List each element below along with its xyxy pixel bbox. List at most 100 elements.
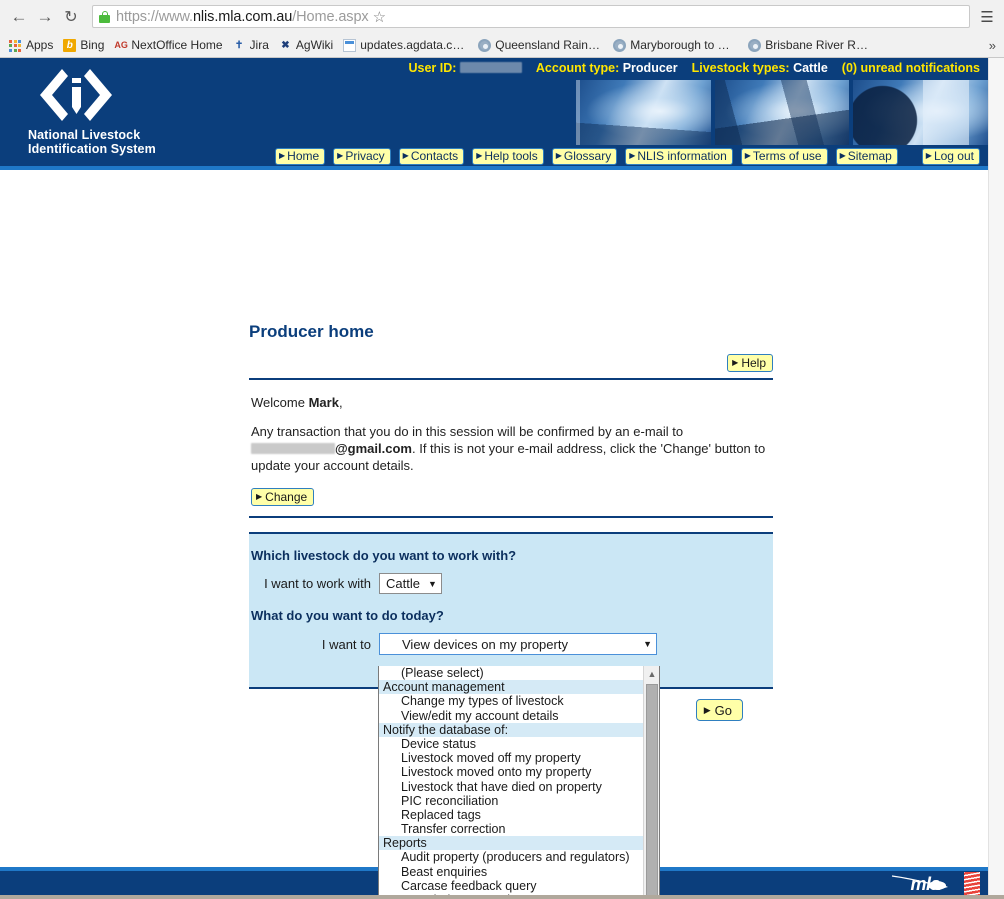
scroll-up-arrow-icon[interactable]: ▲ bbox=[644, 666, 659, 682]
bookmarks-overflow-icon[interactable]: » bbox=[989, 38, 1000, 53]
account-info-bar: User ID: Account type: Producer Livestoc… bbox=[0, 58, 988, 78]
nav-item-privacy[interactable]: ▶ Privacy bbox=[333, 147, 391, 165]
nav-item-glossary[interactable]: ▶ Glossary bbox=[551, 147, 618, 165]
label-i-want-to: I want to bbox=[321, 636, 371, 652]
nav-item-home[interactable]: ▶ Home bbox=[275, 147, 326, 165]
nav-item-sitemap[interactable]: ▶ Sitemap bbox=[835, 147, 898, 165]
question-which-livestock: Which livestock do you want to work with… bbox=[251, 548, 517, 563]
window-bottom-edge bbox=[0, 895, 1004, 899]
unread-notifications-link[interactable]: (0) unread notifications bbox=[842, 61, 980, 75]
document-icon bbox=[343, 38, 357, 52]
go-button[interactable]: ▶ Go bbox=[695, 699, 743, 721]
welcome-block: Welcome Mark, Any transaction that you d… bbox=[249, 380, 773, 516]
dropdown-option-list: (Please select) Account management Chang… bbox=[379, 666, 643, 899]
globe-icon bbox=[478, 38, 492, 52]
account-type-value: Producer bbox=[622, 61, 678, 75]
section-divider bbox=[249, 516, 773, 518]
label-work-with: I want to work with bbox=[264, 576, 371, 591]
arrow-right-icon: ▶ bbox=[279, 151, 286, 160]
forward-arrow-icon[interactable]: → bbox=[32, 4, 58, 30]
browser-chrome: ← → ↻ https://www.nlis.mla.com.au/Home.a… bbox=[0, 0, 1004, 58]
welcome-user-name: Mark bbox=[308, 395, 339, 410]
bookmark-maryborough-to-go[interactable]: Maryborough to Go... bbox=[608, 36, 743, 54]
livestock-type-select[interactable]: Cattle ▼ bbox=[379, 573, 442, 594]
bookmark-brisbane-river-rainfall[interactable]: Brisbane River Rainf... bbox=[743, 36, 878, 54]
site-header: User ID: Account type: Producer Livestoc… bbox=[0, 58, 988, 170]
banner-photo-office bbox=[853, 80, 988, 145]
dropdown-option[interactable]: Audit property (producers and regulators… bbox=[379, 850, 643, 864]
go-label: Go bbox=[714, 702, 732, 718]
logo-line-1: National Livestock bbox=[28, 128, 141, 142]
chevron-down-icon: ▼ bbox=[643, 639, 652, 649]
dropdown-option[interactable]: Beast enquiries bbox=[379, 865, 643, 879]
globe-icon bbox=[748, 38, 762, 52]
bookmark-label: Apps bbox=[26, 38, 54, 52]
arrow-right-icon: ▶ bbox=[839, 151, 846, 160]
dropdown-option[interactable]: Device status bbox=[379, 737, 643, 751]
change-button[interactable]: ▶ Change bbox=[251, 488, 315, 506]
address-bar[interactable]: https://www.nlis.mla.com.au/Home.aspx ☆ bbox=[92, 5, 970, 28]
nav-item-contacts[interactable]: ▶ Contacts bbox=[398, 147, 465, 165]
chevron-down-icon: ▼ bbox=[427, 578, 437, 589]
bookmark-nextoffice-home[interactable]: AG NextOffice Home bbox=[109, 36, 227, 54]
dropdown-group-header: Reports bbox=[379, 836, 643, 851]
dropdown-option[interactable]: Livestock that have died on property bbox=[379, 780, 643, 794]
nav-item-terms-of-use[interactable]: ▶ Terms of use bbox=[740, 147, 828, 165]
dropdown-option[interactable]: Livestock moved onto my property bbox=[379, 765, 643, 779]
dropdown-option[interactable]: PIC reconciliation bbox=[379, 794, 643, 808]
welcome-prefix: Welcome bbox=[251, 395, 305, 410]
task-select-dropdown[interactable]: (Please select) Account management Chang… bbox=[378, 666, 660, 899]
banner-photo-yard bbox=[714, 80, 850, 145]
arrow-right-icon: ▶ bbox=[256, 492, 263, 501]
bookmark-apps[interactable]: Apps bbox=[4, 36, 58, 54]
dropdown-option[interactable]: Change my types of livestock bbox=[379, 694, 643, 708]
bookmark-bing[interactable]: b Bing bbox=[58, 36, 109, 54]
dropdown-option[interactable]: Transfer correction bbox=[379, 822, 643, 836]
nav-item-log-out[interactable]: ▶ Log out bbox=[921, 147, 980, 165]
reload-icon[interactable]: ↻ bbox=[58, 4, 84, 30]
task-select[interactable]: View devices on my property ▼ bbox=[379, 633, 657, 655]
welcome-line: Welcome Mark, bbox=[251, 394, 773, 411]
url-text: https://www.nlis.mla.com.au/Home.aspx bbox=[116, 9, 369, 25]
task-select-row: I want to View devices on my property ▼ bbox=[249, 633, 773, 655]
email-confirmation-text: Any transaction that you do in this sess… bbox=[251, 423, 773, 474]
back-arrow-icon[interactable]: ← bbox=[6, 4, 32, 30]
nav-label: Sitemap bbox=[847, 148, 892, 163]
nav-item-nlis-information[interactable]: ▶ NLIS information bbox=[625, 147, 733, 165]
bookmark-queensland-rainfall[interactable]: Queensland Rainfall... bbox=[473, 36, 608, 54]
help-button[interactable]: ▶ Help bbox=[727, 354, 773, 372]
banner-photo-cattle bbox=[576, 80, 711, 145]
dropdown-option[interactable]: Carcase feedback query bbox=[379, 879, 643, 893]
globe-icon bbox=[613, 38, 627, 52]
dropdown-scrollbar[interactable]: ▲ ▼ bbox=[643, 666, 659, 899]
bookmark-label: NextOffice Home bbox=[131, 38, 223, 52]
page-scrollbar[interactable] bbox=[988, 58, 1004, 899]
dropdown-option[interactable]: Livestock moved off my property bbox=[379, 751, 643, 765]
bookmark-updates-agdata[interactable]: updates.agdata.com... bbox=[338, 36, 473, 54]
arrow-right-icon: ▶ bbox=[925, 151, 932, 160]
nav-item-help-tools[interactable]: ▶ Help tools bbox=[472, 147, 544, 165]
arrow-right-icon: ▶ bbox=[732, 358, 739, 367]
bookmarks-bar: Apps b Bing AG NextOffice Home ✝ Jira ✖ … bbox=[0, 33, 1004, 57]
page-content: User ID: Account type: Producer Livestoc… bbox=[0, 58, 1004, 899]
bookmark-label: Jira bbox=[249, 38, 269, 52]
url-host: nlis.mla.com.au bbox=[192, 8, 293, 25]
account-type-label: Account type: bbox=[535, 61, 620, 75]
livestock-types-value: Cattle bbox=[793, 61, 828, 75]
bookmark-agwiki[interactable]: ✖ AgWiki bbox=[274, 36, 338, 54]
user-id-value-redacted bbox=[459, 62, 522, 73]
arrow-right-icon: ▶ bbox=[629, 151, 636, 160]
star-icon[interactable]: ☆ bbox=[373, 8, 386, 26]
bookmark-jira[interactable]: ✝ Jira bbox=[228, 36, 274, 54]
help-label: Help bbox=[741, 356, 766, 370]
dropdown-scrollbar-thumb[interactable] bbox=[646, 684, 658, 899]
dropdown-option[interactable]: View/edit my account details bbox=[379, 709, 643, 723]
livestock-types-label: Livestock types: bbox=[691, 61, 790, 75]
dropdown-option[interactable]: (Please select) bbox=[379, 666, 643, 680]
nav-label: NLIS information bbox=[637, 148, 727, 163]
bookmark-label: AgWiki bbox=[295, 38, 334, 52]
email-local-part-redacted bbox=[251, 443, 335, 454]
dropdown-option[interactable]: Replaced tags bbox=[379, 808, 643, 822]
nextoffice-icon: AG bbox=[114, 39, 128, 50]
hamburger-menu-icon[interactable]: ☰ bbox=[976, 8, 998, 26]
